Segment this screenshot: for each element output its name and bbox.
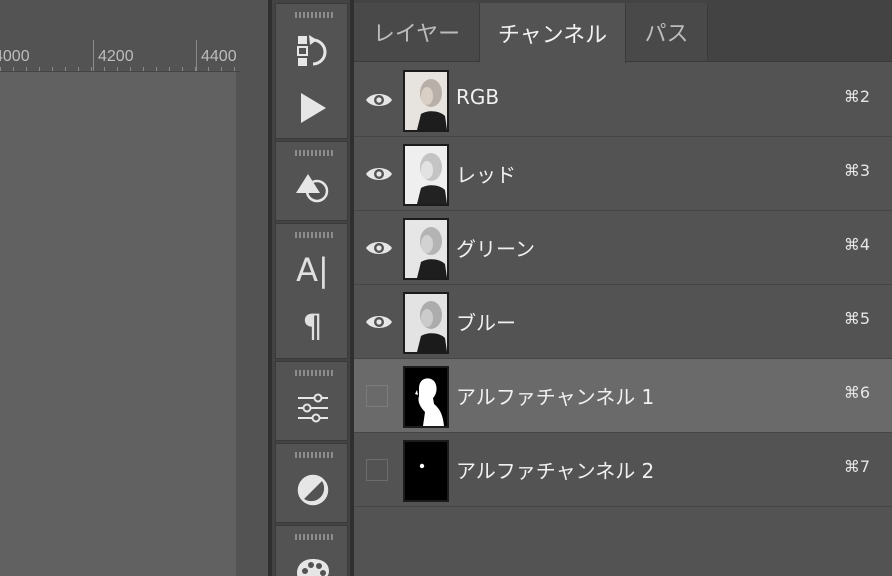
contrast-icon	[297, 474, 328, 506]
channel-thumbnail	[403, 440, 449, 502]
channel-row-alpha-1[interactable]: アルファチャンネル 1 ⌘6	[354, 359, 892, 433]
history-button[interactable]	[276, 22, 349, 82]
grip-handle[interactable]	[295, 534, 333, 540]
canvas-area: 4000 4200 4400	[0, 0, 268, 576]
channel-shortcut: ⌘4	[843, 235, 870, 254]
grip-handle[interactable]	[295, 370, 333, 376]
eye-icon	[366, 242, 392, 254]
shapes-icon	[295, 174, 328, 203]
ruler-label: 4400	[201, 48, 237, 65]
tab-paths[interactable]: パス	[626, 3, 708, 61]
channel-name: レッド	[456, 163, 516, 187]
channel-name: アルファチャンネル 2	[456, 459, 655, 483]
horizontal-ruler: 4000 4200 4400	[0, 40, 240, 72]
visibility-toggle[interactable]	[366, 385, 388, 407]
ruler-label: 4000	[0, 48, 30, 65]
visibility-toggle[interactable]	[364, 233, 394, 263]
properties-button[interactable]	[276, 460, 349, 520]
grip-handle[interactable]	[295, 452, 333, 458]
paragraph-icon: ¶	[302, 307, 323, 345]
ruler-label: 4200	[98, 48, 134, 65]
channel-shortcut: ⌘3	[843, 161, 870, 180]
dock-group-history-actions	[275, 3, 348, 139]
dock-group-shapes	[275, 141, 348, 221]
channel-name: ブルー	[456, 311, 516, 335]
eye-icon	[366, 316, 392, 328]
dock-group-type: A| ¶	[275, 223, 348, 359]
ruler-minor-ticks	[0, 67, 240, 71]
channel-row-red[interactable]: レッド ⌘3	[354, 137, 892, 211]
visibility-toggle[interactable]	[366, 459, 388, 481]
visibility-toggle[interactable]	[364, 159, 394, 189]
channel-row-alpha-2[interactable]: アルファチャンネル 2 ⌘7	[354, 433, 892, 507]
shapes-button[interactable]	[276, 158, 349, 218]
grip-handle[interactable]	[295, 12, 333, 18]
dock-group-adjustments	[275, 361, 348, 441]
channel-name: アルファチャンネル 1	[456, 385, 655, 409]
channel-shortcut: ⌘5	[843, 309, 870, 328]
grip-handle[interactable]	[295, 232, 333, 238]
photoshop-window: 4000 4200 4400	[0, 0, 892, 576]
adjustments-icon	[297, 393, 328, 423]
channel-thumbnail	[403, 218, 449, 280]
paragraph-button[interactable]: ¶	[276, 296, 349, 356]
channel-thumbnail	[403, 292, 449, 354]
channel-row-green[interactable]: グリーン ⌘4	[354, 211, 892, 285]
adjustments-button[interactable]	[276, 378, 349, 438]
channel-shortcut: ⌘6	[843, 383, 870, 402]
eye-icon	[366, 168, 392, 180]
canvas-pasteboard[interactable]	[236, 72, 268, 576]
panel-tab-bar: レイヤー チャンネル パス	[354, 0, 892, 63]
history-icon	[296, 35, 326, 66]
channels-panel: レイヤー チャンネル パス RGB ⌘2 レッド ⌘3 グリーン ⌘4 ブルー …	[354, 0, 892, 576]
channel-thumbnail	[403, 366, 449, 428]
channel-row-rgb[interactable]: RGB ⌘2	[354, 63, 892, 137]
character-icon: A|	[296, 251, 329, 289]
visibility-toggle[interactable]	[364, 307, 394, 337]
dock-group-properties	[275, 443, 348, 523]
channel-name: グリーン	[456, 237, 535, 261]
channel-thumbnail	[403, 144, 449, 206]
eye-icon	[366, 94, 392, 106]
collapsed-panel-dock: A| ¶	[272, 0, 350, 576]
document-canvas[interactable]	[0, 72, 236, 576]
channel-shortcut: ⌘2	[843, 87, 870, 106]
character-button[interactable]: A|	[276, 240, 349, 300]
swatches-button[interactable]	[276, 542, 349, 576]
swatches-palette-icon	[296, 559, 329, 576]
dock-group-swatches	[275, 525, 348, 576]
channel-name: RGB	[456, 85, 500, 109]
tab-channels[interactable]: チャンネル	[480, 3, 626, 63]
tab-layers[interactable]: レイヤー	[354, 3, 480, 61]
visibility-toggle[interactable]	[364, 85, 394, 115]
channel-thumbnail	[403, 70, 449, 132]
play-actions-icon	[300, 93, 326, 123]
grip-handle[interactable]	[295, 150, 333, 156]
channel-row-blue[interactable]: ブルー ⌘5	[354, 285, 892, 359]
actions-button[interactable]	[276, 78, 349, 138]
channel-shortcut: ⌘7	[843, 457, 870, 476]
